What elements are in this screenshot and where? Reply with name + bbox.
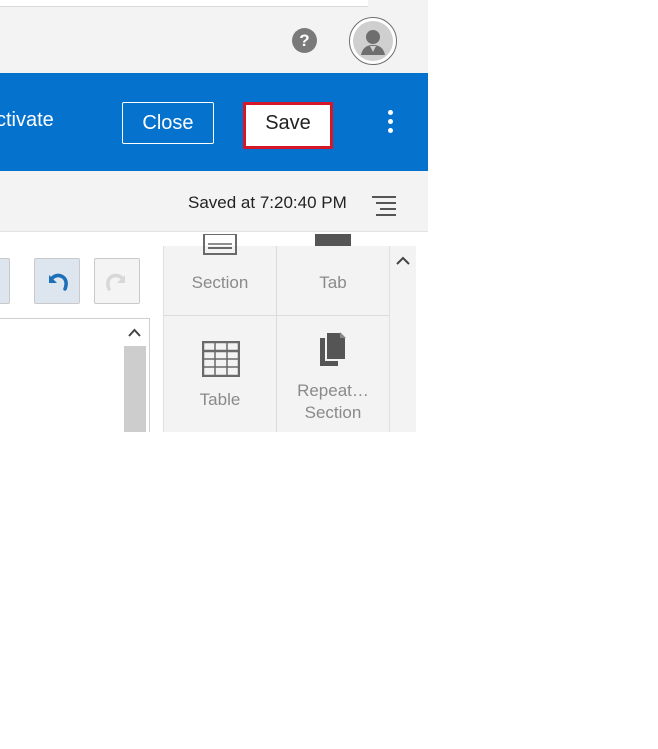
redo-button[interactable] [94,258,140,304]
tab-icon [315,234,351,246]
editor-scrollbar[interactable] [123,322,146,432]
chevron-up-icon[interactable] [392,250,414,272]
section-icon [203,234,237,255]
top-strip [0,0,368,7]
vertical-ellipsis-icon[interactable] [380,108,402,138]
action-bar: ctivate Close Save [0,73,428,171]
status-bar: Saved at 7:20:40 PM [0,171,428,232]
toolbar-button-partial[interactable] [0,258,10,304]
palette-item-repeatable-section[interactable]: Repeat… Section [277,316,389,432]
question-circle-icon[interactable]: ? [292,28,317,53]
save-button[interactable]: Save [246,105,330,146]
activate-button[interactable]: ctivate [0,109,54,132]
undo-button[interactable] [34,258,80,304]
component-palette: Section Tab Table Repeat… Section [163,234,390,432]
app-screenshot: ? ctivate Close Save Saved at 7:20:40 PM [0,0,428,432]
palette-item-table[interactable]: Table [164,316,276,432]
top-header: ? [0,0,428,73]
palette-item-tab[interactable]: Tab [277,234,389,315]
repeatable-section-icon [320,331,347,366]
lines-menu-icon[interactable] [370,194,396,216]
redo-icon [106,273,125,291]
chevron-up-icon[interactable] [123,322,146,344]
saved-status: Saved at 7:20:40 PM [188,193,347,212]
palette-scrollbar[interactable] [389,246,416,432]
palette-item-section[interactable]: Section [164,234,276,315]
undo-icon [49,273,68,291]
scrollbar-thumb[interactable] [124,346,146,432]
table-icon [202,341,240,377]
close-button[interactable]: Close [122,102,214,144]
save-button-highlight[interactable]: Save [243,102,333,149]
user-avatar-icon[interactable] [349,17,397,65]
